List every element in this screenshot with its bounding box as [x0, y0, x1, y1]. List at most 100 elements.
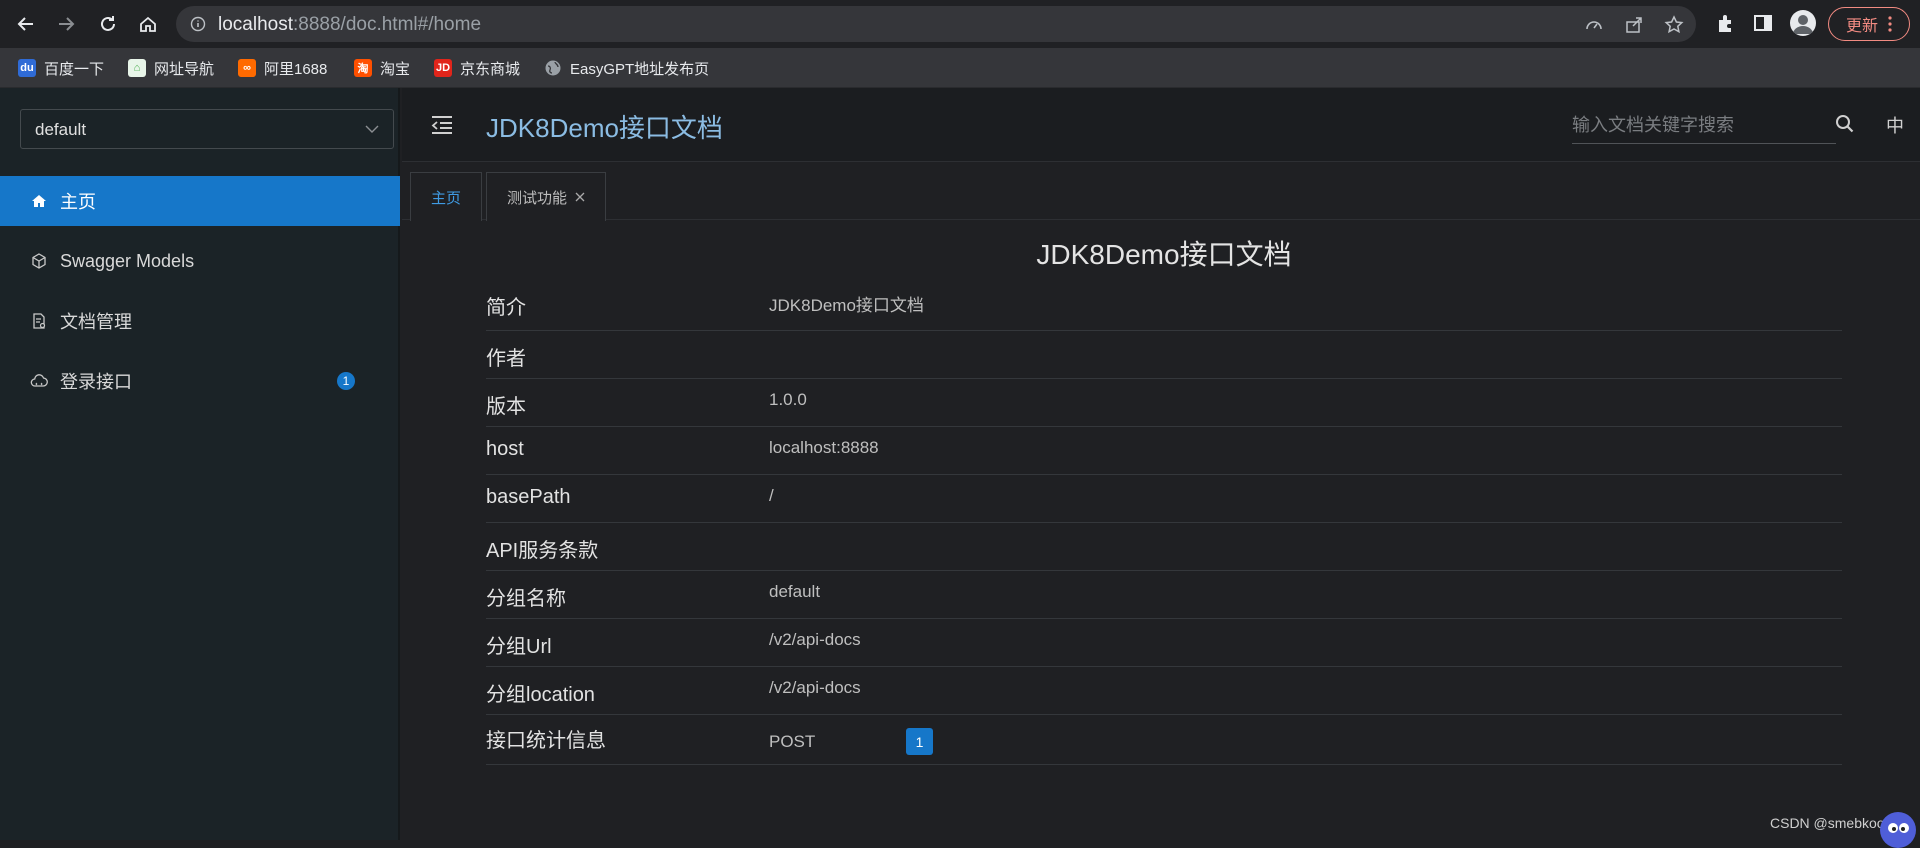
bookmark-star-icon[interactable]: [1664, 15, 1684, 35]
header: JDK8Demo接口文档 中: [402, 88, 1920, 162]
method-count-badge: 1: [906, 728, 933, 755]
chevron-down-icon: [365, 125, 379, 133]
info-key: 分组location: [486, 684, 595, 706]
doc-content: JDK8Demo接口文档 简介 JDK8Demo接口文档 作者 版本 1.0.0…: [402, 221, 1920, 840]
extensions-icon[interactable]: [1714, 12, 1736, 34]
info-row-version: 版本 1.0.0: [486, 379, 1842, 427]
info-row-host: host localhost:8888: [486, 427, 1842, 475]
watermark: CSDN @smebkoon: [1770, 815, 1893, 831]
doc-manage-icon: [33, 313, 46, 329]
method-label: POST: [769, 732, 816, 751]
sidebar-item-swagger-models[interactable]: Swagger Models: [0, 236, 400, 286]
csdn-mascot-icon: [1880, 812, 1916, 848]
models-icon: [32, 253, 46, 269]
ali1688-icon: ∞: [238, 59, 256, 77]
info-table: 简介 JDK8Demo接口文档 作者 版本 1.0.0 host localho…: [486, 279, 1842, 765]
bookmark-nav[interactable]: ⌂ 网址导航: [128, 56, 214, 80]
sidebar-item-label: 主页: [60, 192, 96, 212]
info-value: /v2/api-docs: [769, 630, 861, 649]
info-value: JDK8Demo接口文档: [769, 296, 924, 315]
doc-title: JDK8Demo接口文档: [1036, 239, 1292, 270]
info-value: 1.0.0: [769, 390, 807, 409]
tab-test[interactable]: 测试功能: [486, 172, 606, 221]
bookmark-label: 阿里1688: [264, 60, 328, 78]
count-badge: 1: [337, 372, 355, 390]
close-icon[interactable]: [575, 192, 585, 202]
info-value: /: [769, 486, 774, 505]
tab-label: 主页: [430, 189, 461, 207]
bookmarks-bar: du 百度一下 ⌂ 网址导航 ∞ 阿里1688 淘 淘宝 JD 京东商城 Eas…: [0, 48, 1920, 88]
info-row-basepath: basePath /: [486, 475, 1842, 523]
info-row-group-url: 分组Url /v2/api-docs: [486, 619, 1842, 667]
sidebar-item-login-api[interactable]: 登录接口 1: [0, 356, 400, 406]
bookmark-label: 京东商城: [460, 60, 521, 78]
info-row-group-name: 分组名称 default: [486, 571, 1842, 619]
bookmark-jd[interactable]: JD 京东商城: [434, 56, 520, 80]
bookmark-label: EasyGPT地址发布页: [570, 60, 710, 78]
bookmark-label: 网址导航: [154, 60, 215, 78]
info-row-terms: API服务条款: [486, 523, 1842, 571]
info-row-group-location: 分组location /v2/api-docs: [486, 667, 1842, 715]
back-icon[interactable]: [14, 12, 38, 36]
tab-home[interactable]: 主页: [410, 172, 482, 221]
info-key: 版本: [486, 396, 526, 418]
sidebar-item-doc-manage[interactable]: 文档管理: [0, 296, 400, 346]
home-browser-icon[interactable]: [136, 12, 160, 36]
info-value: default: [769, 582, 821, 601]
search-input[interactable]: [1572, 110, 1836, 140]
info-key: 简介: [486, 297, 526, 319]
bookmark-easygpt[interactable]: EasyGPT地址发布页: [544, 56, 709, 80]
group-select-value: default: [35, 120, 87, 139]
info-row-author: 作者: [486, 331, 1842, 379]
globe-icon: [544, 59, 562, 77]
main-area: JDK8Demo接口文档 中 主页 测试功能 JDK8Demo接口文档 简介 J…: [402, 88, 1920, 840]
info-row-intro: 简介 JDK8Demo接口文档: [486, 279, 1842, 331]
update-button[interactable]: 更新: [1828, 7, 1910, 41]
info-key: 分组名称: [486, 588, 566, 610]
taobao-icon: 淘: [354, 59, 372, 77]
bookmark-baidu[interactable]: du 百度一下: [18, 56, 104, 80]
bookmark-label: 淘宝: [380, 60, 411, 78]
info-key: basePath: [486, 486, 571, 508]
language-toggle[interactable]: 中: [1886, 112, 1904, 138]
bookmark-taobao[interactable]: 淘 淘宝: [354, 56, 410, 80]
info-key: 分组Url: [486, 636, 552, 658]
search-icon[interactable]: [1834, 113, 1856, 135]
info-value: /v2/api-docs: [769, 678, 861, 697]
side-panel-icon[interactable]: [1752, 12, 1774, 34]
info-row-stats: 接口统计信息 POST 1: [486, 715, 1842, 765]
performance-icon[interactable]: [1584, 15, 1604, 35]
baidu-icon: du: [18, 59, 36, 77]
bookmark-1688[interactable]: ∞ 阿里1688: [238, 56, 327, 80]
share-icon[interactable]: [1624, 15, 1644, 35]
info-value: localhost:8888: [769, 438, 879, 457]
sidebar-item-label: 文档管理: [60, 312, 132, 332]
sidebar-item-label: Swagger Models: [60, 250, 195, 271]
info-key: 作者: [486, 348, 526, 370]
jd-icon: JD: [434, 59, 452, 77]
tab-bar: 主页 测试功能: [402, 162, 1920, 221]
sidebar: default 主页 Swagger Models 文档管理 登录接口 1: [0, 88, 400, 840]
info-key: 接口统计信息: [486, 730, 606, 752]
sidebar-item-home[interactable]: 主页: [0, 176, 400, 226]
group-select[interactable]: default: [20, 109, 394, 149]
forward-icon[interactable]: [54, 12, 78, 36]
reload-icon[interactable]: [96, 12, 120, 36]
bookmark-label: 百度一下: [44, 60, 105, 78]
page-title: JDK8Demo接口文档: [486, 113, 723, 143]
url-text[interactable]: localhost:8888/doc.html#/home: [218, 14, 481, 36]
tab-label: 测试功能: [506, 189, 567, 207]
info-key: host: [486, 438, 524, 460]
search-field[interactable]: [1572, 110, 1836, 144]
profile-avatar[interactable]: [1790, 10, 1816, 36]
home-icon: [32, 195, 46, 207]
nav-icon: ⌂: [128, 59, 146, 77]
info-key: API服务条款: [486, 540, 599, 562]
menu-fold-icon[interactable]: [430, 114, 454, 136]
browser-toolbar: localhost:8888/doc.html#/home 更新: [0, 0, 1920, 48]
address-bar[interactable]: localhost:8888/doc.html#/home: [176, 6, 1696, 42]
more-icon: [1888, 16, 1892, 32]
cloud-api-icon: [30, 374, 48, 387]
sidebar-item-label: 登录接口: [60, 372, 132, 392]
site-info-icon[interactable]: [190, 16, 206, 32]
